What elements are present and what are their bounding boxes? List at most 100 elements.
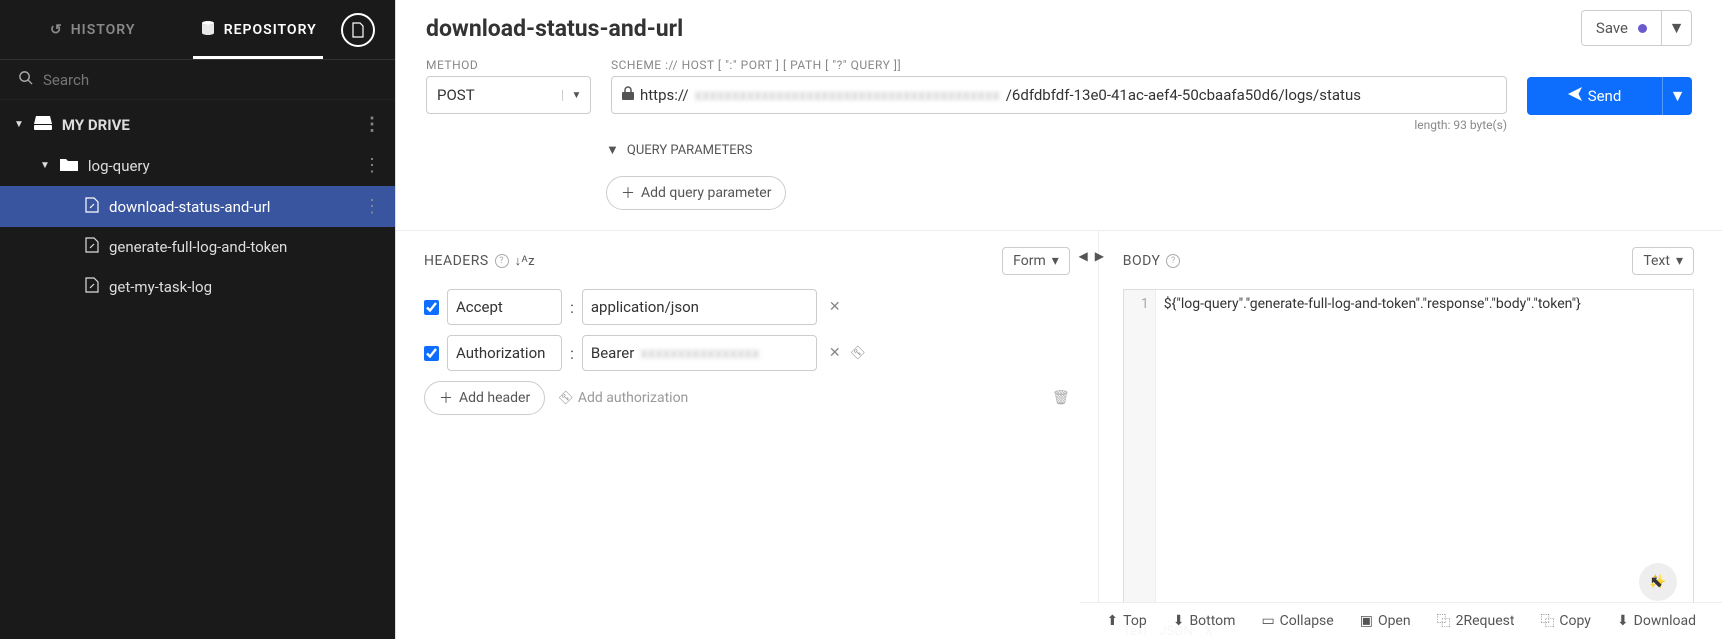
- tree-item-get-task-log[interactable]: get-my-task-log: [0, 267, 395, 307]
- header-enabled-checkbox[interactable]: [424, 300, 439, 315]
- help-icon[interactable]: ?: [1166, 254, 1180, 268]
- add-header-label: Add header: [459, 390, 530, 406]
- key-icon[interactable]: ⚿: [849, 344, 868, 363]
- toolbar-top[interactable]: ⬆Top: [1106, 611, 1146, 631]
- help-icon[interactable]: ?: [495, 254, 509, 268]
- add-authorization-button[interactable]: ⚿ Add authorization: [561, 390, 688, 406]
- header-value-input[interactable]: application/json: [582, 289, 817, 325]
- file-icon: [85, 237, 99, 257]
- tab-repository[interactable]: REPOSITORY: [176, 0, 342, 59]
- tree-folder-log-query[interactable]: ▼ log-query ⋮: [0, 145, 395, 186]
- body-editor[interactable]: 1 ${"log-query"."generate-full-log-and-t…: [1123, 289, 1694, 618]
- cursor-icon: ⬉: [1650, 572, 1663, 591]
- editor-content[interactable]: ${"log-query"."generate-full-log-and-tok…: [1156, 290, 1693, 617]
- new-document-button[interactable]: [341, 13, 375, 47]
- header-name-input[interactable]: [447, 289, 562, 325]
- remove-header-icon[interactable]: ✕: [825, 299, 845, 315]
- url-host-redacted: xxxxxxxxxxxxxxxxxxxxxxxxxxxxxxxxxxxxxxxx…: [695, 86, 1000, 104]
- top-row: download-status-and-url Save ▼: [396, 0, 1722, 46]
- remove-header-icon[interactable]: ✕: [825, 345, 845, 361]
- body-pane: ▶ BODY ? Text ▾ 1 ${"log-query"."generat…: [1099, 231, 1722, 639]
- toolbar-collapse[interactable]: ▭Collapse: [1261, 611, 1333, 631]
- caret-down-icon: ▼: [40, 160, 50, 171]
- save-label: Save: [1596, 19, 1628, 37]
- main: download-status-and-url Save ▼ METHOD PO…: [395, 0, 1722, 639]
- bottom-toolbar: ⬆Top ⬇Bottom ▭Collapse ▣Open ⿻2Request ⿻…: [1080, 602, 1722, 639]
- toolbar-bottom[interactable]: ⬇Bottom: [1173, 611, 1236, 631]
- url-text-suffix: /6dfdbfdf-13e0-41ac-aef4-50cbaafa50d6/lo…: [1006, 86, 1361, 104]
- chevron-down-icon: ▾: [1052, 253, 1059, 269]
- toolbar-2request[interactable]: ⿻2Request: [1437, 611, 1515, 631]
- drive-label: MY DRIVE: [62, 116, 130, 134]
- editor-gutter: 1: [1124, 290, 1156, 617]
- lock-icon: [622, 86, 634, 104]
- tab-history[interactable]: ↺ HISTORY: [10, 0, 176, 59]
- request-row: METHOD POST ▼ SCHEME :// HOST [ ":" PORT…: [396, 46, 1722, 132]
- toolbar-copy[interactable]: ⿻Copy: [1540, 611, 1591, 631]
- method-column: METHOD POST ▼: [426, 58, 591, 132]
- method-select[interactable]: POST ▼: [426, 76, 591, 114]
- save-button[interactable]: Save: [1582, 11, 1661, 45]
- header-value-text: Bearer: [591, 344, 634, 362]
- chevron-down-icon: ▾: [1676, 253, 1683, 269]
- tree-my-drive[interactable]: ▼ MY DRIVE ⋮: [0, 104, 395, 145]
- add-query-label: Add query parameter: [641, 185, 771, 201]
- headers-pane: ◀ HEADERS ? ↓ᴬz Form ▾ : application/jso…: [396, 231, 1099, 639]
- colon: :: [570, 298, 574, 317]
- headers-mode-dropdown[interactable]: Form ▾: [1002, 247, 1070, 275]
- more-icon[interactable]: ⋮: [363, 196, 381, 217]
- more-icon[interactable]: ⋮: [363, 155, 381, 176]
- line-number: 1: [1124, 296, 1149, 312]
- search-input[interactable]: [43, 71, 377, 89]
- method-value: POST: [427, 86, 562, 104]
- arrow-up-icon: ⬆: [1106, 613, 1118, 629]
- tree-item-label: download-status-and-url: [109, 198, 270, 216]
- tree-item-generate-log[interactable]: generate-full-log-and-token: [0, 227, 395, 267]
- download-icon: ⬇: [1617, 613, 1629, 629]
- collapse-right-icon[interactable]: ▶: [1095, 249, 1104, 263]
- body-title: BODY: [1123, 253, 1161, 269]
- tree-item-label: generate-full-log-and-token: [109, 238, 287, 256]
- caret-down-icon: ▼: [606, 142, 619, 158]
- tree-item-download-status[interactable]: download-status-and-url ⋮: [0, 186, 395, 227]
- add-header-row: ＋ Add header ⚿ Add authorization 🗑: [424, 381, 1070, 415]
- drive-icon: [34, 116, 52, 134]
- add-header-button[interactable]: ＋ Add header: [424, 381, 545, 415]
- send-column: Send ▼: [1527, 58, 1692, 132]
- scheme-label: SCHEME :// HOST [ ":" PORT ] [ PATH [ "?…: [611, 58, 1507, 72]
- header-name-input[interactable]: [447, 335, 562, 371]
- add-query-param-button[interactable]: ＋ Add query parameter: [606, 176, 786, 210]
- send-dropdown-toggle[interactable]: ▼: [1662, 77, 1692, 115]
- chevron-down-icon: ▼: [562, 90, 590, 101]
- collapse-left-icon[interactable]: ◀: [1079, 249, 1088, 263]
- body-mode-dropdown[interactable]: Text ▾: [1632, 247, 1694, 275]
- history-icon: ↺: [50, 22, 63, 38]
- send-icon: [1568, 87, 1582, 105]
- url-text-prefix: https://: [640, 86, 689, 104]
- header-enabled-checkbox[interactable]: [424, 346, 439, 361]
- search-row: [0, 60, 395, 100]
- method-label: METHOD: [426, 58, 591, 72]
- trash-icon[interactable]: 🗑: [1052, 390, 1070, 406]
- header-value-input[interactable]: Bearer xxxxxxxxxxxxxxxx: [582, 335, 817, 371]
- tab-repository-label: REPOSITORY: [224, 22, 317, 38]
- header-value-text: application/json: [591, 298, 699, 316]
- key-icon: ⚿: [557, 389, 576, 408]
- headers-title: HEADERS: [424, 253, 489, 269]
- send-button[interactable]: Send: [1527, 77, 1662, 115]
- save-dropdown-toggle[interactable]: ▼: [1661, 11, 1691, 45]
- colon: :: [570, 344, 574, 363]
- magic-wand-button[interactable]: ✨ ⬉: [1639, 563, 1677, 601]
- save-group: Save ▼: [1581, 10, 1692, 46]
- sort-icon[interactable]: ↓ᴬz: [515, 253, 535, 269]
- page-icon: [350, 22, 366, 38]
- arrow-down-icon: ⬇: [1173, 613, 1185, 629]
- query-params-toggle[interactable]: ▼ QUERY PARAMETERS: [606, 142, 1692, 158]
- caret-down-icon: ▼: [14, 119, 24, 130]
- toolbar-download[interactable]: ⬇Download: [1617, 611, 1696, 631]
- tree: ▼ MY DRIVE ⋮ ▼ log-query ⋮ download-stat…: [0, 100, 395, 307]
- more-icon[interactable]: ⋮: [363, 114, 381, 135]
- token-redacted: xxxxxxxxxxxxxxxx: [640, 344, 759, 362]
- url-input[interactable]: https:// xxxxxxxxxxxxxxxxxxxxxxxxxxxxxxx…: [611, 76, 1507, 114]
- toolbar-open[interactable]: ▣Open: [1360, 611, 1411, 631]
